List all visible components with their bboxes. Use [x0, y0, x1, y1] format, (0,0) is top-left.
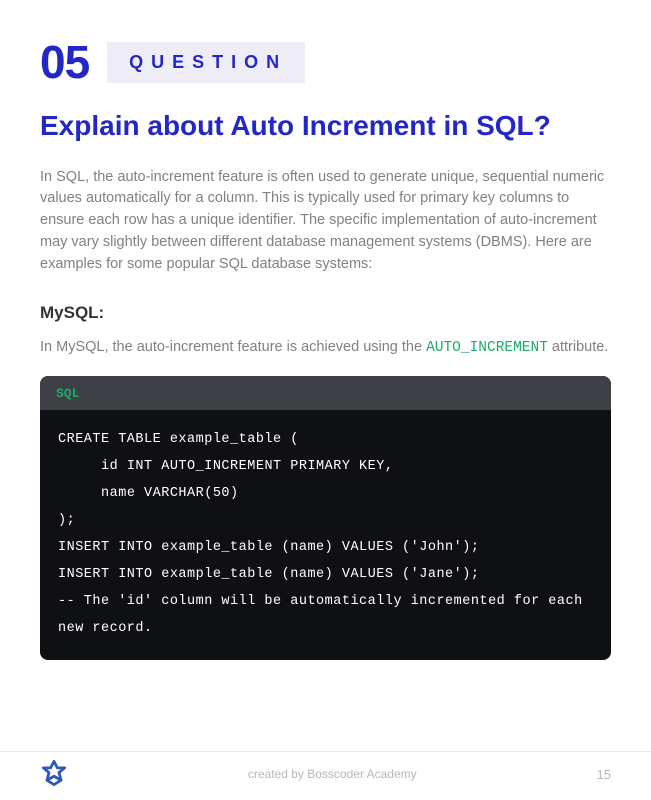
code-body: CREATE TABLE example_table ( id INT AUTO…: [40, 410, 611, 660]
question-title: Explain about Auto Increment in SQL?: [40, 109, 611, 143]
page-number: 15: [597, 767, 611, 782]
db-section-desc: In MySQL, the auto-increment feature is …: [40, 337, 611, 360]
question-number: 05: [40, 35, 89, 89]
code-header: SQL: [40, 376, 611, 410]
code-block: SQL CREATE TABLE example_table ( id INT …: [40, 376, 611, 660]
desc-pre: In MySQL, the auto-increment feature is …: [40, 339, 426, 355]
code-language-label: SQL: [56, 386, 79, 401]
db-section-heading: MySQL:: [40, 303, 611, 323]
academy-logo-icon: [40, 760, 68, 788]
desc-post: attribute.: [548, 339, 608, 355]
question-badge: QUESTION: [107, 42, 305, 83]
document-page: 05 QUESTION Explain about Auto Increment…: [0, 0, 651, 660]
question-header-row: 05 QUESTION: [40, 35, 611, 89]
footer-credit: created by Bosscoder Academy: [68, 767, 597, 781]
inline-keyword: AUTO_INCREMENT: [426, 340, 548, 356]
intro-paragraph: In SQL, the auto-increment feature is of…: [40, 167, 611, 276]
page-footer: created by Bosscoder Academy 15: [0, 751, 651, 788]
